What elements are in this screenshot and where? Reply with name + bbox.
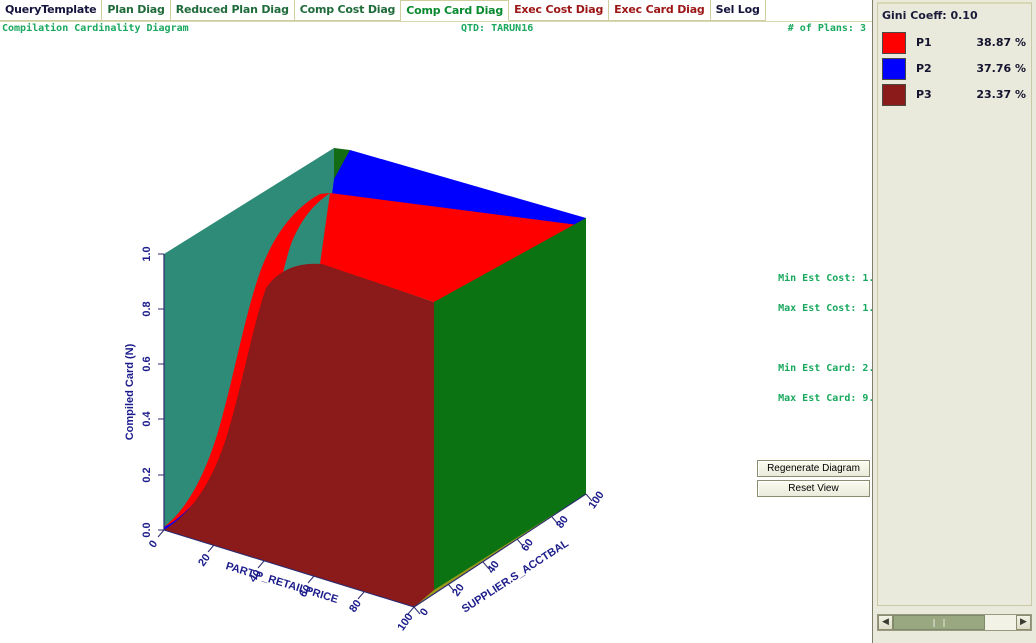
cardinality-surface-plot[interactable]: 1.0 0.8 0.6 0.4 0.2 0.0 Compiled Card (N… [0,38,872,643]
legend-panel: Gini Coeff: 0.10 P1 38.87 % P2 37.76 % P… [877,2,1032,606]
tab-reduced-plan-diag[interactable]: Reduced Plan Diag [170,0,295,21]
control-buttons: Regenerate Diagram Reset View [757,460,872,500]
tab-querytemplate[interactable]: QueryTemplate [0,0,103,21]
right-panel: Gini Coeff: 0.10 P1 38.87 % P2 37.76 % P… [872,0,1036,643]
z-tick-0: 0 [418,606,431,618]
min-est-card: Min Est Card: 2.00E1 [778,363,872,374]
tab-exec-cost-diag[interactable]: Exec Cost Diag [509,0,610,21]
legend-row-p3[interactable]: P3 23.37 % [882,84,1028,108]
panel-horizontal-scrollbar[interactable]: ◀ ▶ [877,614,1032,631]
z-tick-2: 40 [485,559,502,576]
max-est-card: Max Est Card: 9.44E4 [778,393,872,404]
legend-swatch-p3 [882,84,906,106]
z-tick-4: 80 [554,514,571,531]
scrollbar-track[interactable] [893,615,1016,630]
y-tick-0: 0.0 [141,522,153,537]
diagram-title: Compilation Cardinality Diagram [2,23,189,34]
qtd-label: QTD: TARUN16 [461,23,534,34]
plot-area[interactable]: 1.0 0.8 0.6 0.4 0.2 0.0 Compiled Card (N… [0,38,872,643]
y-tick-1: 0.2 [141,467,153,482]
scroll-right-arrow-icon[interactable]: ▶ [1016,615,1031,630]
y-tick-3: 0.6 [141,356,153,371]
legend-row-p2[interactable]: P2 37.76 % [882,58,1028,82]
scrollbar-thumb[interactable] [893,615,986,630]
legend-name-p2: P2 [916,62,932,75]
z-tick-3: 60 [519,537,536,554]
y-tick-4: 0.8 [141,301,153,316]
x-tick-1: 20 [196,552,213,569]
x-tick-0: 0 [147,538,160,550]
legend-swatch-p1 [882,32,906,54]
z-tick-1: 20 [450,582,467,599]
scrollbar-grip-icon [933,619,945,627]
scroll-left-arrow-icon[interactable]: ◀ [878,615,893,630]
tab-sel-log[interactable]: Sel Log [710,0,766,21]
max-est-cost: Max Est Cost: 1.33E4 [778,303,872,314]
tab-plan-diag[interactable]: Plan Diag [102,0,171,21]
tab-exec-card-diag[interactable]: Exec Card Diag [609,0,711,21]
y-tick-2: 0.4 [141,410,153,426]
min-est-cost: Min Est Cost: 1.36E3 [778,273,872,284]
z-tick-5: 100 [586,489,606,511]
y-axis-ticks [158,253,164,531]
tab-bar: QueryTemplate Plan Diag Reduced Plan Dia… [0,0,872,22]
y-axis-title: Compiled Card (N) [124,343,136,440]
x-tick-4: 80 [347,598,364,615]
y-tick-5: 1.0 [141,246,153,261]
legend-pct-p3: 23.37 % [976,88,1026,101]
sub-header: Compilation Cardinality Diagram QTD: TAR… [0,22,872,38]
regenerate-diagram-button[interactable]: Regenerate Diagram [757,460,870,477]
legend-pct-p2: 37.76 % [976,62,1026,75]
x-tick-5: 100 [395,611,415,633]
reset-view-button[interactable]: Reset View [757,480,870,497]
stats-gap [754,331,872,346]
legend-row-p1[interactable]: P1 38.87 % [882,32,1028,56]
gini-coefficient-label: Gini Coeff: 0.10 [882,9,978,22]
legend-name-p3: P3 [916,88,932,101]
tab-comp-card-diag[interactable]: Comp Card Diag [401,0,510,21]
stats-readout: Min Est Cost: 1.36E3 Max Est Cost: 1.33E… [754,256,872,421]
tab-comp-cost-diag[interactable]: Comp Cost Diag [294,0,402,21]
legend-swatch-p2 [882,58,906,80]
legend-pct-p1: 38.87 % [976,36,1026,49]
legend-name-p1: P1 [916,36,932,49]
plan-count-label: # of Plans: 3 [787,23,866,34]
